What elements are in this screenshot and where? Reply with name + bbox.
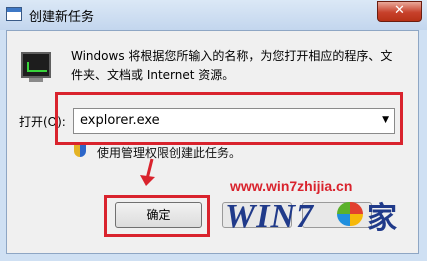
window-app-icon [6, 7, 22, 21]
open-combo-input[interactable]: explorer.exe ▼ [73, 108, 395, 134]
close-button[interactable]: ✕ [377, 1, 422, 22]
title-bar: 创建新任务 ✕ [0, 0, 427, 30]
window-title: 创建新任务 [29, 10, 95, 25]
win7-logo: WIN7 家 [225, 198, 410, 240]
windows-flag-icon [337, 202, 363, 226]
dropdown-arrow-icon[interactable]: ▼ [382, 115, 389, 125]
ok-button[interactable]: 确定 [115, 202, 202, 228]
ok-button-label: 确定 [146, 208, 171, 222]
open-input-value[interactable]: explorer.exe [80, 113, 160, 128]
dialog-description: Windows 将根据您所输入的名称，为您打开相应的程序、文件夹、文档或 Int… [71, 49, 393, 82]
watermark-url: www.win7zhijia.cn [230, 178, 353, 194]
pointer-arrow-icon [140, 158, 155, 186]
admin-shield-icon [74, 143, 86, 157]
logo-text: WIN7 [225, 198, 315, 235]
close-icon: ✕ [394, 3, 405, 18]
admin-privilege-note: 使用管理权限创建此任务。 [97, 146, 242, 160]
open-field-label: 打开(O): [19, 115, 66, 129]
logo-char: 家 [367, 201, 397, 236]
create-task-dialog: 创建新任务 ✕ Windows 将根据您所输入的名称，为您打开相应的程序、文件夹… [0, 0, 427, 261]
run-program-icon [21, 52, 51, 82]
